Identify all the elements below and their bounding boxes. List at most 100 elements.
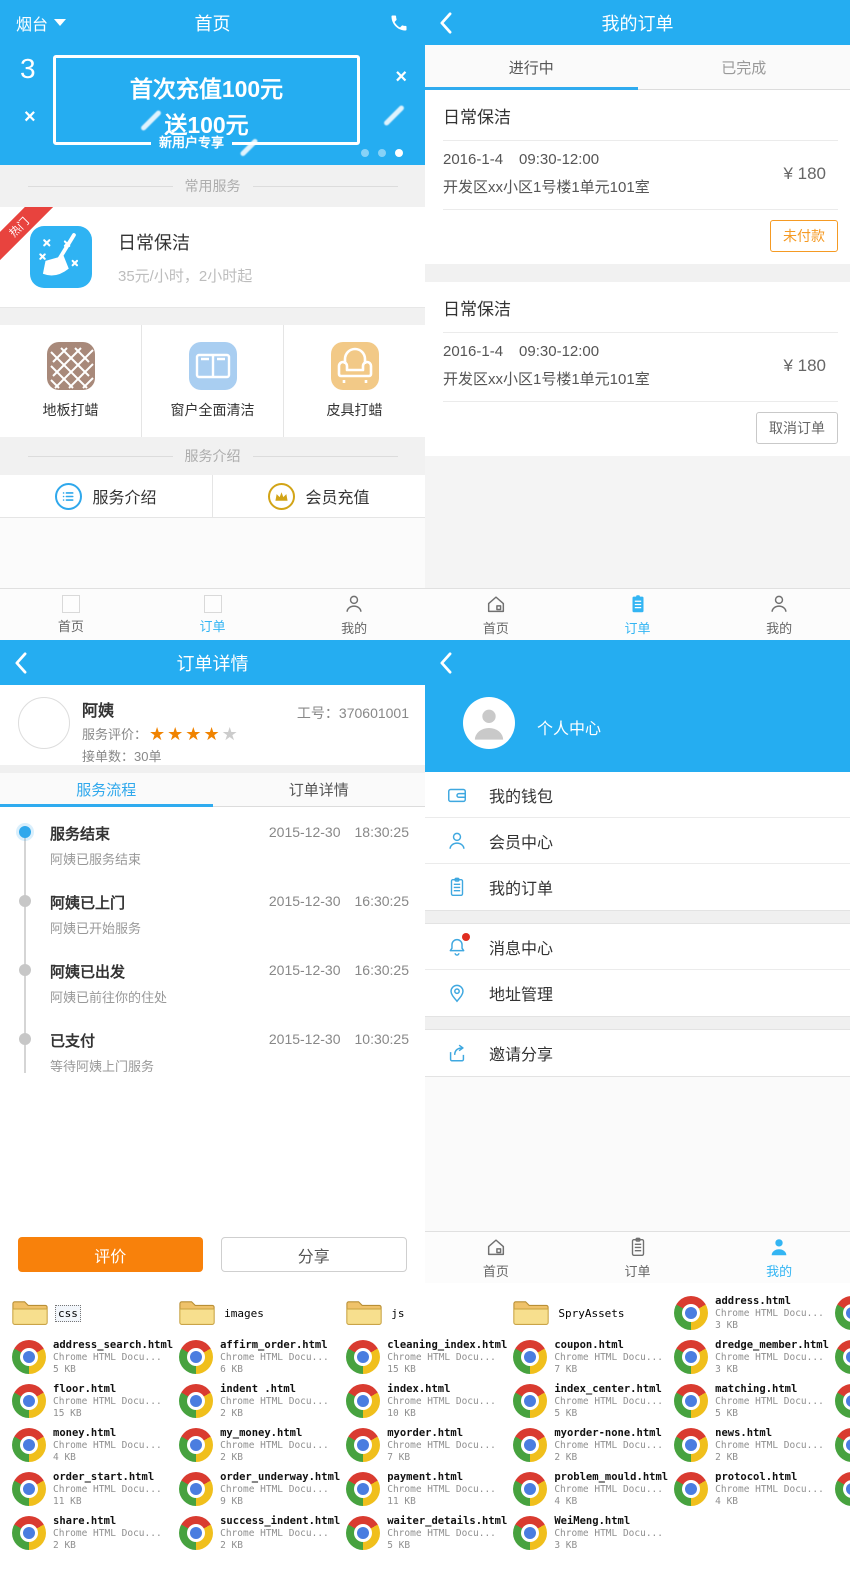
tab-home[interactable]: 首页: [425, 1232, 567, 1283]
file-item[interactable]: success_indent.html Chrome HTML Docu... …: [173, 1511, 340, 1555]
folder-item[interactable]: js: [340, 1291, 507, 1335]
order-card[interactable]: 日常保洁 2016-1-409:30-12:00 开发区xx小区1号楼1单元10…: [425, 282, 850, 456]
menu-item[interactable]: 会员中心: [425, 818, 850, 864]
file-item[interactable]: payment.html Chrome HTML Docu... 11 KB: [340, 1467, 507, 1511]
file-name: protocol.html: [715, 1471, 824, 1484]
close-icon[interactable]: ×: [24, 107, 36, 127]
file-item[interactable]: member_center.html Chrome HTML Docu... 3…: [829, 1379, 850, 1423]
tab-home[interactable]: 首页: [0, 589, 142, 640]
tab-orders[interactable]: 订单: [142, 589, 284, 640]
folder-item[interactable]: css: [6, 1291, 173, 1335]
back-button[interactable]: [14, 652, 27, 674]
page-title: 订单详情: [0, 650, 425, 676]
file-item[interactable]: order_start.html Chrome HTML Docu... 11 …: [6, 1467, 173, 1511]
timeline-dot: [19, 895, 31, 907]
tab-order-detail[interactable]: 订单详情: [213, 773, 426, 806]
back-button[interactable]: [439, 12, 452, 34]
folder-item[interactable]: SpryAssets: [507, 1291, 668, 1335]
file-item[interactable]: index_center.html Chrome HTML Docu... 5 …: [507, 1379, 668, 1423]
featured-service-card[interactable]: 热门 日常保洁 35元/小时，2小时起: [0, 207, 425, 308]
folder-item[interactable]: images: [173, 1291, 340, 1335]
tab-home[interactable]: 首页: [425, 589, 567, 640]
file-item[interactable]: index.html Chrome HTML Docu... 10 KB: [340, 1379, 507, 1423]
tab-mine[interactable]: 我的: [708, 1232, 850, 1283]
avatar[interactable]: [463, 697, 515, 749]
chrome-icon: [179, 1340, 213, 1374]
promo-banner[interactable]: 3 首次充值100元 送100元 新用户专享 × ×: [0, 45, 425, 165]
order-service: 日常保洁: [425, 90, 850, 140]
file-name: waiter_details.html: [387, 1515, 507, 1528]
file-item[interactable]: order.html Chrome HTML Docu... 11 KB: [829, 1423, 850, 1467]
menu-item[interactable]: 消息中心: [425, 924, 850, 970]
file-item[interactable]: news.html Chrome HTML Docu... 2 KB: [668, 1423, 829, 1467]
cancel-order-button[interactable]: 取消订单: [756, 412, 838, 444]
unpaid-button[interactable]: 未付款: [770, 220, 838, 252]
file-size: 3 KB: [715, 1320, 824, 1332]
share-button[interactable]: 分享: [221, 1237, 408, 1272]
file-item[interactable]: address.html Chrome HTML Docu... 3 KB: [668, 1291, 829, 1335]
file-item[interactable]: floor.html Chrome HTML Docu... 15 KB: [6, 1379, 173, 1423]
file-item[interactable]: evaluate.html Chrome HTML Docu... 6 KB: [829, 1335, 850, 1379]
chrome-icon: [835, 1428, 850, 1462]
tab-mine[interactable]: 我的: [708, 589, 850, 640]
back-button[interactable]: [439, 652, 452, 674]
close-icon[interactable]: ×: [395, 67, 407, 87]
tab-mine[interactable]: 我的: [283, 589, 425, 640]
menu-item[interactable]: 我的订单: [425, 864, 850, 910]
file-item[interactable]: protocol.html Chrome HTML Docu... 4 KB: [668, 1467, 829, 1511]
menu-label: 我的钱包: [489, 783, 553, 807]
tab-completed[interactable]: 已完成: [638, 45, 850, 89]
chrome-icon: [674, 1384, 708, 1418]
back-icon: [439, 12, 452, 34]
file-item[interactable]: waiter_details.html Chrome HTML Docu... …: [340, 1511, 507, 1555]
file-item[interactable]: dredge_member.html Chrome HTML Docu... 3…: [668, 1335, 829, 1379]
city-selector[interactable]: 烟台: [16, 11, 66, 35]
worker-name: 阿姨: [82, 697, 240, 721]
file-item[interactable]: myorder-none.html Chrome HTML Docu... 2 …: [507, 1423, 668, 1467]
file-item[interactable]: share.html Chrome HTML Docu... 2 KB: [6, 1511, 173, 1555]
tab-orders[interactable]: 订单: [567, 1232, 709, 1283]
tab-orders[interactable]: 订单: [567, 589, 709, 640]
file-item[interactable]: affirm_order.html Chrome HTML Docu... 6 …: [173, 1335, 340, 1379]
menu-item[interactable]: 我的钱包: [425, 772, 850, 818]
file-item[interactable]: address_add.html Chrome HTML Docu... 3 K…: [829, 1291, 850, 1335]
file-size: 2 KB: [220, 1408, 329, 1420]
tab-service-flow[interactable]: 服务流程: [0, 773, 213, 806]
file-item[interactable]: money.html Chrome HTML Docu... 4 KB: [6, 1423, 173, 1467]
order-card[interactable]: 日常保洁 2016-1-409:30-12:00 开发区xx小区1号楼1单元10…: [425, 90, 850, 264]
menu-item[interactable]: 邀请分享: [425, 1030, 850, 1076]
file-item[interactable]: myorder.html Chrome HTML Docu... 7 KB: [340, 1423, 507, 1467]
file-name: floor.html: [53, 1383, 162, 1396]
file-size: 5 KB: [53, 1364, 173, 1376]
file-item[interactable]: my_money.html Chrome HTML Docu... 2 KB: [173, 1423, 340, 1467]
file-item[interactable]: order_underway.html Chrome HTML Docu... …: [173, 1467, 340, 1511]
service-floor-wax[interactable]: 地板打蜡: [0, 325, 142, 437]
timeline-item: 阿姨已出发 阿姨已前往你的住处 2015-12-3016:30:25: [50, 961, 411, 1006]
menu-item[interactable]: 地址管理: [425, 970, 850, 1016]
file-type: Chrome HTML Docu...: [220, 1352, 329, 1364]
timeline-item: 已支付 等待阿姨上门服务 2015-12-3010:30:25: [50, 1030, 411, 1075]
service-window-clean[interactable]: 窗户全面清洁: [142, 325, 284, 437]
file-name: index_center.html: [554, 1383, 663, 1396]
file-item[interactable]: recharge.html Chrome HTML Docu... 8 KB: [829, 1467, 850, 1511]
folder-icon: [513, 1299, 549, 1328]
file-item[interactable]: coupon.html Chrome HTML Docu... 7 KB: [507, 1335, 668, 1379]
file-type: Chrome HTML Docu...: [220, 1396, 329, 1408]
service-leather-wax[interactable]: 皮具打蜡: [284, 325, 425, 437]
rate-button[interactable]: 评价: [18, 1237, 203, 1272]
member-recharge-link[interactable]: 会员充值: [213, 475, 425, 517]
phone-button[interactable]: [389, 13, 409, 33]
broom-icon: [30, 226, 92, 288]
file-item[interactable]: address_search.html Chrome HTML Docu... …: [6, 1335, 173, 1379]
orders-count: 接单数：30单: [82, 746, 240, 765]
file-item[interactable]: cleaning_index.html Chrome HTML Docu... …: [340, 1335, 507, 1379]
file-item[interactable]: indent .html Chrome HTML Docu... 2 KB: [173, 1379, 340, 1423]
timeline-desc: 等待阿姨上门服务: [50, 1056, 411, 1075]
tab-in-progress[interactable]: 进行中: [425, 45, 638, 89]
file-item[interactable]: matching.html Chrome HTML Docu... 5 KB: [668, 1379, 829, 1423]
service-intro-link[interactable]: 服务介绍: [0, 475, 213, 517]
file-size: 3 KB: [715, 1364, 829, 1376]
divider: [0, 308, 425, 325]
file-item[interactable]: problem_mould.html Chrome HTML Docu... 4…: [507, 1467, 668, 1511]
file-item[interactable]: WeiMeng.html Chrome HTML Docu... 3 KB: [507, 1511, 668, 1555]
